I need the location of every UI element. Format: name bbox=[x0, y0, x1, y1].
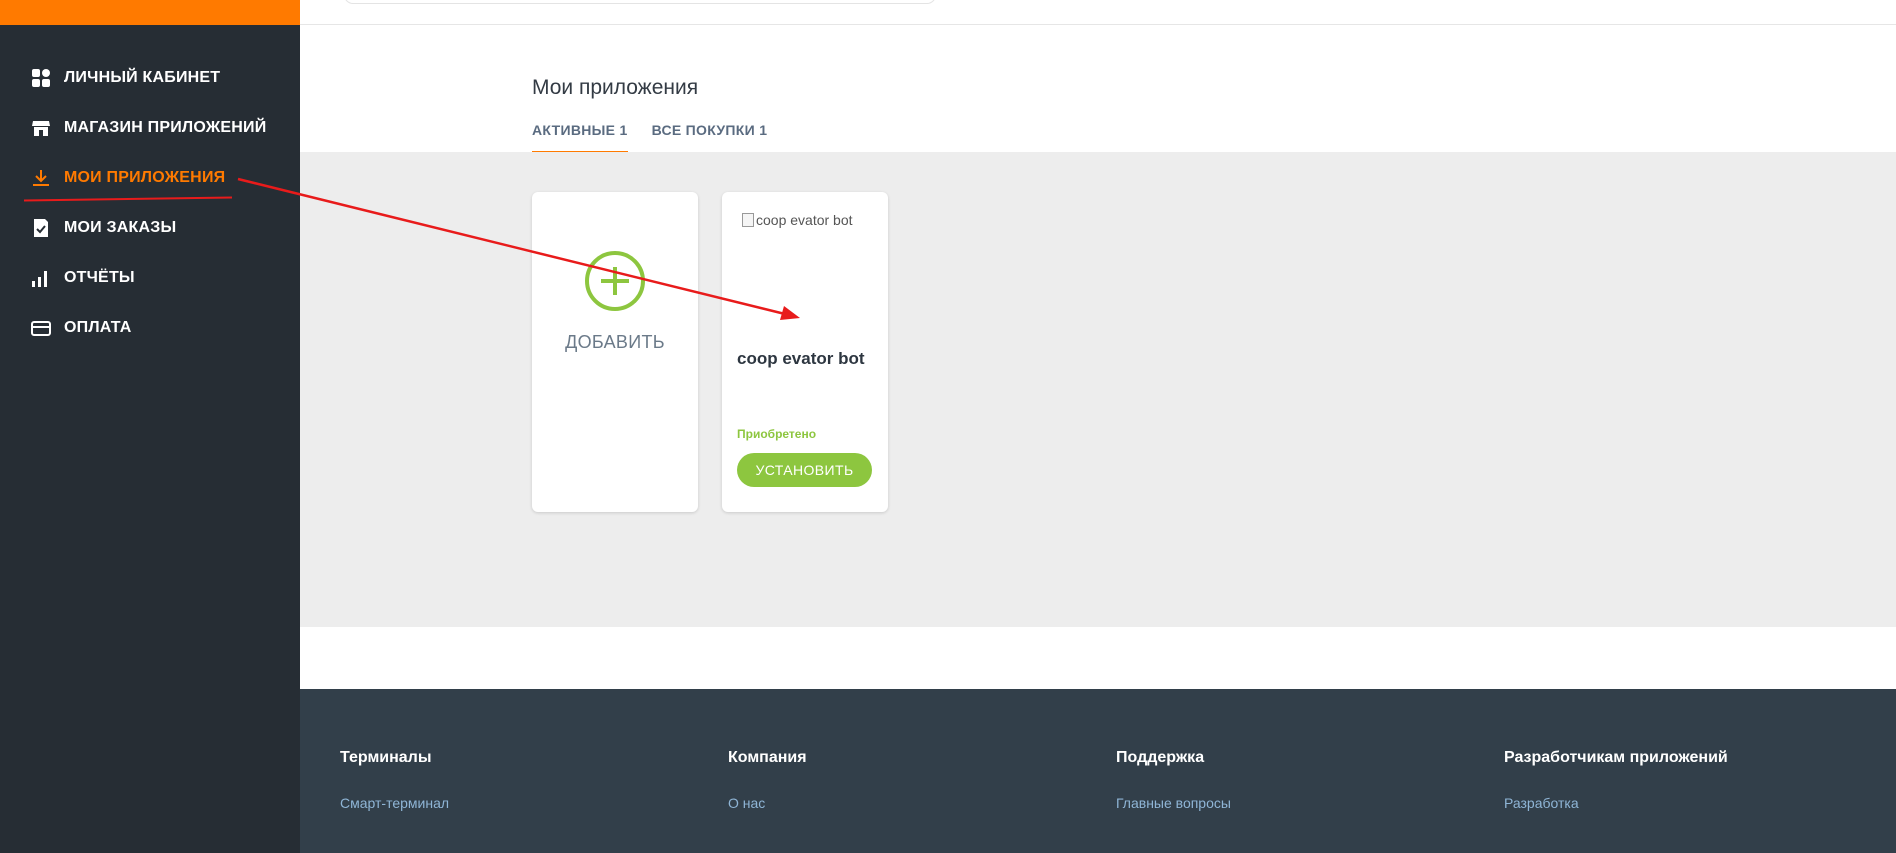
sidebar-item-label: МОИ ЗАКАЗЫ bbox=[64, 219, 177, 236]
credit-card-icon bbox=[30, 317, 52, 339]
sidebar-item-label: ОТЧЁТЫ bbox=[64, 269, 135, 286]
app-card[interactable]: coop evator bot coop evator bot Приобрет… bbox=[722, 192, 888, 512]
plus-circle-icon bbox=[585, 251, 645, 311]
add-app-card[interactable]: ДОБАВИТЬ bbox=[532, 192, 698, 512]
sidebar-item-app-store[interactable]: МАГАЗИН ПРИЛОЖЕНИЙ bbox=[30, 113, 266, 143]
sidebar-item-reports[interactable]: ОТЧЁТЫ bbox=[30, 263, 135, 293]
footer-link[interactable]: Разработка bbox=[1504, 795, 1728, 811]
search-input[interactable] bbox=[344, 0, 936, 4]
footer-column-developers: Разработчикам приложений Разработка bbox=[1504, 749, 1728, 811]
footer-link[interactable]: Главные вопросы bbox=[1116, 795, 1231, 811]
add-label: ДОБАВИТЬ bbox=[565, 332, 665, 352]
download-icon bbox=[30, 167, 52, 189]
broken-image-icon bbox=[742, 213, 754, 227]
sidebar-item-payment[interactable]: ОПЛАТА bbox=[30, 313, 131, 343]
footer-column-terminals: Терминалы Смарт-терминал bbox=[340, 749, 449, 811]
sidebar-item-label: ОПЛАТА bbox=[64, 319, 132, 336]
annotation-underline bbox=[23, 196, 233, 202]
sidebar-item-label: МОИ ПРИЛОЖЕНИЯ bbox=[64, 169, 226, 186]
sidebar: ЛИЧНЫЙ КАБИНЕТ МАГАЗИН ПРИЛОЖЕНИЙ МОИ ПР… bbox=[0, 0, 300, 853]
footer-heading: Компания bbox=[728, 749, 807, 766]
footer-heading: Разработчикам приложений bbox=[1504, 749, 1728, 766]
bar-chart-icon bbox=[30, 267, 52, 289]
footer-column-company: Компания О нас bbox=[728, 749, 807, 811]
top-bar bbox=[300, 0, 1896, 25]
footer-link[interactable]: О нас bbox=[728, 795, 807, 811]
install-button[interactable]: УСТАНОВИТЬ bbox=[737, 453, 872, 487]
store-icon bbox=[30, 117, 52, 139]
tab-active[interactable]: АКТИВНЫЕ 1 bbox=[532, 122, 628, 154]
sidebar-item-my-orders[interactable]: МОИ ЗАКАЗЫ bbox=[30, 213, 176, 243]
footer: Терминалы Смарт-терминал Компания О нас … bbox=[300, 689, 1896, 853]
app-status: Приобретено bbox=[737, 427, 817, 441]
sidebar-item-label: МАГАЗИН ПРИЛОЖЕНИЙ bbox=[64, 119, 267, 136]
footer-link[interactable]: Смарт-терминал bbox=[340, 795, 449, 811]
orders-icon bbox=[30, 217, 52, 239]
footer-heading: Поддержка bbox=[1116, 749, 1205, 766]
page-title: Мои приложения bbox=[532, 76, 699, 99]
app-image: coop evator bot bbox=[742, 212, 853, 228]
app-image-alt: coop evator bot bbox=[756, 212, 853, 228]
brand-bar bbox=[0, 0, 300, 25]
sidebar-item-my-apps[interactable]: МОИ ПРИЛОЖЕНИЯ bbox=[30, 163, 225, 193]
footer-column-support: Поддержка Главные вопросы bbox=[1116, 749, 1231, 811]
dashboard-icon bbox=[30, 67, 52, 89]
tab-all-purchases[interactable]: ВСЕ ПОКУПКИ 1 bbox=[652, 122, 768, 154]
tabs: АКТИВНЫЕ 1 ВСЕ ПОКУПКИ 1 bbox=[532, 122, 791, 154]
footer-heading: Терминалы bbox=[340, 749, 432, 766]
sidebar-item-personal-account[interactable]: ЛИЧНЫЙ КАБИНЕТ bbox=[30, 63, 220, 93]
app-name: coop evator bot bbox=[737, 349, 865, 368]
sidebar-item-label: ЛИЧНЫЙ КАБИНЕТ bbox=[64, 69, 221, 86]
